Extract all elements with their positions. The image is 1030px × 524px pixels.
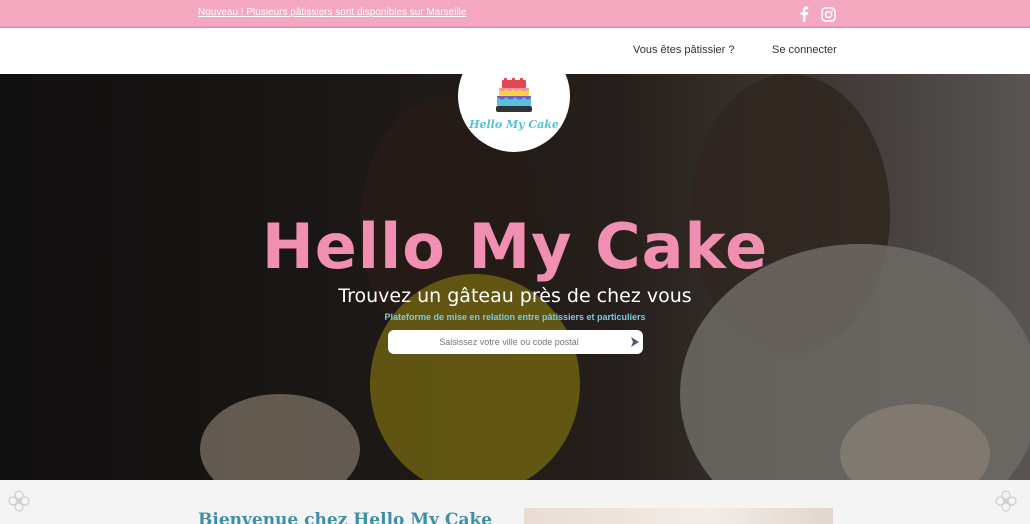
- social-links: [795, 5, 837, 23]
- welcome-section: Bienvenue chez Hello My Cake: [0, 480, 1030, 524]
- hero-subtitle: Trouvez un gâteau près de chez vous: [338, 285, 692, 307]
- welcome-heading: Bienvenue chez Hello My Cake: [198, 510, 493, 524]
- logo-text: Hello My Cake: [469, 118, 559, 131]
- nav-link-login[interactable]: Se connecter: [772, 44, 837, 56]
- main-navbar: Vous êtes pâtissier ? Se connecter Hello…: [0, 28, 1030, 152]
- cake-icon: [496, 78, 532, 112]
- hero-title: Hello My Cake: [261, 210, 769, 283]
- nav-link-patissier[interactable]: Vous êtes pâtissier ?: [633, 44, 735, 56]
- facebook-icon[interactable]: [795, 5, 813, 23]
- announcement-link[interactable]: Nouveau ! Plusieurs pâtissiers sont disp…: [198, 7, 466, 18]
- search-submit-icon[interactable]: [630, 336, 640, 348]
- announcement-bar: Nouveau ! Plusieurs pâtissiers sont disp…: [0, 0, 1030, 28]
- search-bar: [388, 330, 643, 354]
- welcome-image: [524, 508, 833, 524]
- flower-decoration-left-icon: [8, 490, 30, 512]
- flower-decoration-right-icon: [995, 490, 1017, 512]
- instagram-icon[interactable]: [819, 5, 837, 23]
- hero-tagline: Plateforme de mise en relation entre pât…: [384, 312, 646, 322]
- logo[interactable]: Hello My Cake: [458, 40, 570, 152]
- search-input[interactable]: [388, 330, 618, 354]
